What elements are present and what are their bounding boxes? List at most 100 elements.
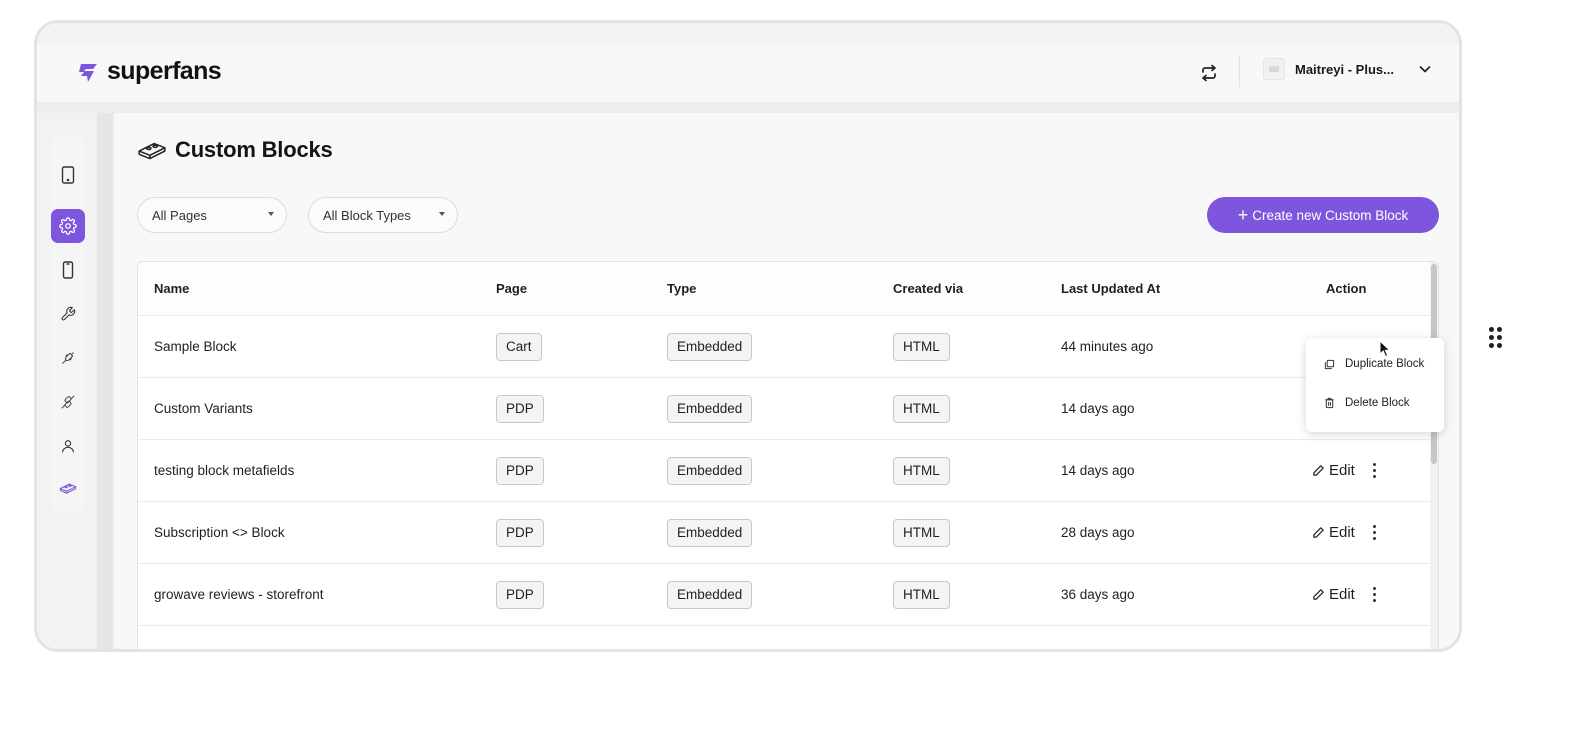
drag-handle-icon[interactable] xyxy=(1488,327,1504,353)
sidebar xyxy=(51,135,85,513)
sidebar-item-connections[interactable] xyxy=(51,385,85,419)
edit-label: Edit xyxy=(1329,524,1355,541)
pencil-icon xyxy=(1313,527,1324,538)
edit-button[interactable]: Edit xyxy=(1312,462,1355,479)
block-types-filter-select[interactable]: All Block Types xyxy=(308,197,458,233)
blocks-icon xyxy=(138,142,166,160)
custom-blocks-table: Name Page Type Created via Last Updated … xyxy=(137,261,1439,649)
edit-button[interactable]: Edit xyxy=(1312,524,1355,541)
table-row[interactable]: growave reviews - storefront PDP Embedde… xyxy=(138,564,1430,626)
type-tag: Embedded xyxy=(667,518,753,547)
edit-label: Edit xyxy=(1329,586,1355,603)
header-divider xyxy=(1239,55,1240,87)
table-header-row: Name Page Type Created via Last Updated … xyxy=(138,262,1430,316)
page-title: Custom Blocks xyxy=(137,137,333,163)
store-avatar xyxy=(1263,58,1285,80)
swap-arrows-icon xyxy=(1202,64,1216,82)
plug-connect-icon xyxy=(61,395,75,409)
more-actions-button[interactable] xyxy=(1369,585,1380,604)
more-actions-button[interactable] xyxy=(1369,461,1380,480)
created-via-tag: HTML xyxy=(893,394,950,423)
plug-icon xyxy=(62,352,74,364)
create-custom-block-button[interactable]: + Create new Custom Block xyxy=(1207,197,1439,233)
type-tag: Embedded xyxy=(667,332,753,361)
header-separator xyxy=(37,103,1459,113)
duplicate-block-menu-item[interactable]: Duplicate Block xyxy=(1306,347,1444,381)
row-name: testing block metafields xyxy=(154,463,295,478)
blocks-icon xyxy=(59,483,77,494)
pages-filter-value: All Pages xyxy=(152,207,207,223)
pencil-icon xyxy=(1313,589,1324,600)
row-name: Sample Block xyxy=(154,339,237,354)
phone-icon xyxy=(62,261,74,279)
column-header-page[interactable]: Page xyxy=(496,262,527,315)
app-window: superfans Maitreyi - Plus... Custom Bloc… xyxy=(34,20,1462,652)
caret-down-icon xyxy=(439,212,445,216)
table-scrollbar[interactable] xyxy=(1430,262,1438,649)
page-tag: PDP xyxy=(496,394,544,423)
page-tag: PDP xyxy=(496,518,544,547)
row-last-updated: 36 days ago xyxy=(1061,587,1135,602)
create-button-label: Create new Custom Block xyxy=(1252,207,1409,223)
sidebar-item-devices[interactable] xyxy=(51,158,85,192)
page-tag: Cart xyxy=(496,332,542,361)
superfans-logo-icon xyxy=(79,63,97,82)
sidebar-item-mobile[interactable] xyxy=(51,253,85,287)
block-types-filter-value: All Block Types xyxy=(323,207,411,223)
page-tag: PDP xyxy=(496,456,544,485)
row-actions-menu: Duplicate Block Delete Block xyxy=(1306,338,1444,432)
column-header-last-updated[interactable]: Last Updated At xyxy=(1061,262,1160,315)
created-via-tag: HTML xyxy=(893,456,950,485)
created-via-tag: HTML xyxy=(893,518,950,547)
user-icon xyxy=(62,440,74,453)
pencil-icon xyxy=(1313,465,1324,476)
sidebar-item-custom-blocks[interactable] xyxy=(51,471,85,505)
row-last-updated: 28 days ago xyxy=(1061,525,1135,540)
column-header-action: Action xyxy=(1326,281,1367,296)
chevron-down-icon xyxy=(1419,66,1431,73)
logo[interactable]: superfans xyxy=(75,57,222,86)
row-last-updated: 44 minutes ago xyxy=(1061,339,1154,354)
sidebar-item-users[interactable] xyxy=(51,429,85,463)
trash-icon xyxy=(1325,397,1334,409)
plus-icon: + xyxy=(1237,204,1249,225)
column-header-type[interactable]: Type xyxy=(667,262,696,315)
type-tag: Embedded xyxy=(667,580,753,609)
mouse-cursor-icon xyxy=(1379,340,1391,358)
page-tag: PDP xyxy=(496,580,544,609)
gear-icon xyxy=(59,217,77,235)
sidebar-item-integrations[interactable] xyxy=(51,341,85,375)
row-name: growave reviews - storefront xyxy=(154,587,324,602)
more-actions-button[interactable] xyxy=(1369,523,1380,542)
row-last-updated: 14 days ago xyxy=(1061,463,1135,478)
edit-button[interactable]: Edit xyxy=(1312,586,1355,603)
logo-text: superfans xyxy=(107,57,222,85)
delete-block-label: Delete Block xyxy=(1345,397,1410,409)
type-tag: Embedded xyxy=(667,456,753,485)
table-row[interactable]: Custom Variants PDP Embedded HTML 14 day… xyxy=(138,378,1430,440)
row-name: Subscription <> Block xyxy=(154,525,285,540)
switch-store-button[interactable] xyxy=(1197,61,1221,85)
tablet-icon xyxy=(61,166,75,184)
account-switcher[interactable]: Maitreyi - Plus... xyxy=(1263,58,1432,80)
row-name: Custom Variants xyxy=(154,401,253,416)
table-row[interactable]: Sample Block Cart Embedded HTML 44 minut… xyxy=(138,316,1430,378)
table-row[interactable]: Subscription <> Block PDP Embedded HTML … xyxy=(138,502,1430,564)
pages-filter-select[interactable]: All Pages xyxy=(137,197,287,233)
sidebar-item-settings[interactable] xyxy=(51,209,85,243)
duplicate-block-label: Duplicate Block xyxy=(1345,358,1425,370)
column-header-name[interactable]: Name xyxy=(154,262,189,315)
delete-block-menu-item[interactable]: Delete Block xyxy=(1306,386,1444,420)
type-tag: Embedded xyxy=(667,394,753,423)
top-bar: superfans Maitreyi - Plus... xyxy=(37,45,1459,103)
created-via-tag: HTML xyxy=(893,332,950,361)
caret-down-icon xyxy=(268,212,274,216)
edit-label: Edit xyxy=(1329,462,1355,479)
copy-icon xyxy=(1324,359,1335,369)
created-via-tag: HTML xyxy=(893,580,950,609)
table-row[interactable]: testing block metafields PDP Embedded HT… xyxy=(138,440,1430,502)
sidebar-item-tools[interactable] xyxy=(51,297,85,331)
column-header-created-via[interactable]: Created via xyxy=(893,262,963,315)
sidebar-rail xyxy=(97,113,113,649)
main-content: Custom Blocks All Pages All Block Types … xyxy=(115,113,1459,649)
